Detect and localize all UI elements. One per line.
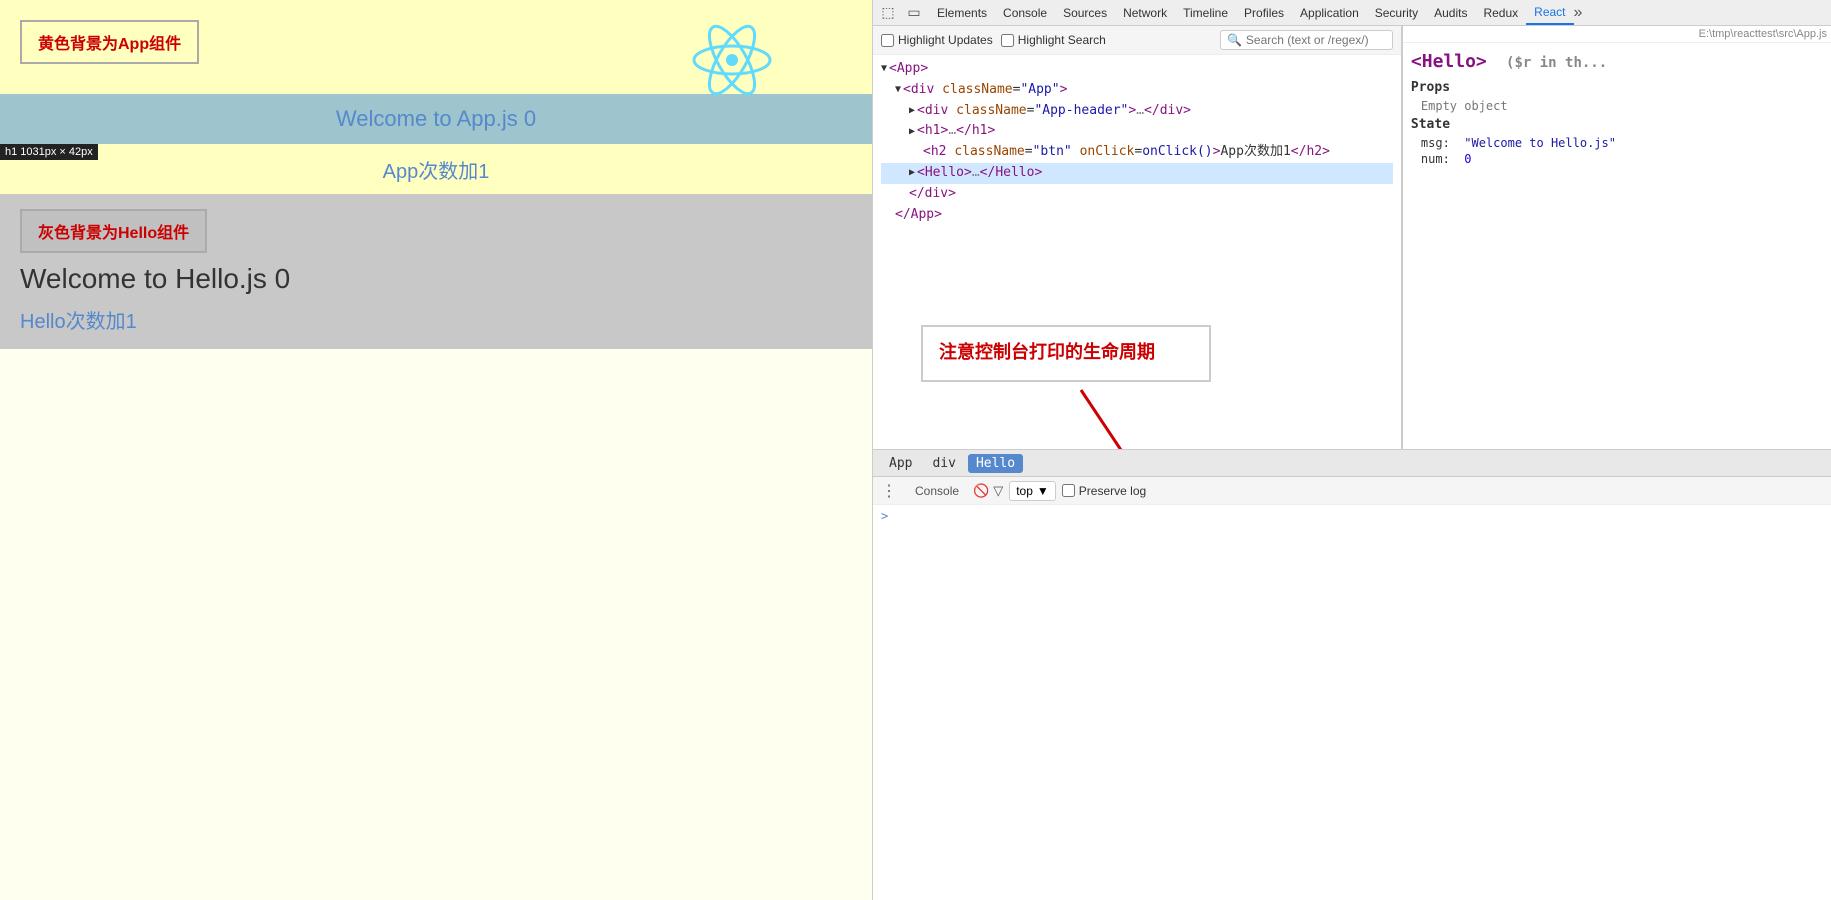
dom-line-div-close: </div> [881,184,1393,205]
react-component-title: <Hello> ($r in th... [1411,51,1823,72]
props-empty-value: Empty object [1421,99,1823,113]
hello-label-text: 灰色背景为Hello组件 [38,225,189,242]
filter-icon[interactable]: ▽ [993,483,1003,499]
tab-security[interactable]: Security [1367,2,1426,24]
devtools-icon-buttons: ⬚ ▭ [877,2,925,24]
triangle-div-app[interactable]: ▼ [895,82,901,98]
triangle-app-header[interactable]: ▶ [909,103,915,119]
app-yellow-section: 黄色背景为App组件 [0,0,872,94]
app-btn-bar: h1 1031px × 42px App次数加1 [0,144,872,194]
devtools-tabs-bar: ⬚ ▭ Elements Console Sources Network Tim… [873,0,1831,26]
hello-section: 灰色背景为Hello组件 Welcome to Hello.js 0 Hello… [0,194,872,349]
console-area: ⋮ Console 🚫 ▽ top ▼ Preserve log > [873,477,1831,900]
inspect-icon[interactable]: ⬚ [877,2,899,24]
tab-network[interactable]: Network [1115,2,1175,24]
annotation-text: 注意控制台打印的生命周期 [939,342,1155,363]
state-section-title: State [1411,117,1823,132]
breadcrumb-hello[interactable]: Hello [968,454,1023,473]
console-filter-icons: 🚫 ▽ [973,483,1003,499]
dom-line-app-open: ▼ <App> [881,59,1393,80]
console-toolbar: ⋮ Console 🚫 ▽ top ▼ Preserve log [873,477,1831,505]
tab-application[interactable]: Application [1292,2,1367,24]
breadcrumb-div[interactable]: div [924,454,963,473]
app-preview: 黄色背景为App组件 Welcome to App.js 0 h1 1031px… [0,0,872,900]
react-props-panel: E:\tmp\reacttest\src\App.js <Hello> ($r … [1402,26,1831,449]
elements-search-input[interactable] [1246,33,1386,47]
triangle-hello[interactable]: ▶ [909,165,915,181]
size-badge: h1 1031px × 42px [0,144,98,160]
top-selector[interactable]: top ▼ [1009,481,1056,501]
tab-react[interactable]: React [1526,1,1573,25]
welcome-hello-text: Welcome to Hello.js 0 [20,263,852,295]
app-label-text: 黄色背景为App组件 [38,36,181,53]
file-path: E:\tmp\reacttest\src\App.js [1403,26,1831,43]
dom-line-h1: ▶ <h1>…</h1> [881,121,1393,142]
tab-timeline[interactable]: Timeline [1175,2,1236,24]
react-logo-icon [692,20,772,100]
highlight-updates-label[interactable]: Highlight Updates [881,33,993,47]
props-section-title: Props [1411,80,1823,95]
preserve-log-checkbox[interactable] [1062,484,1075,497]
dom-tree: ▼ <App> ▼ <div className="App"> ▶ <div c… [873,55,1401,449]
no-entry-icon[interactable]: 🚫 [973,483,989,499]
welcome-app-bar: Welcome to App.js 0 [0,94,872,144]
app-label-box: 黄色背景为App组件 [20,20,199,64]
triangle-app[interactable]: ▼ [881,61,887,77]
tab-redux[interactable]: Redux [1475,2,1526,24]
highlight-updates-checkbox[interactable] [881,34,894,47]
more-tabs-icon[interactable]: » [1574,4,1583,22]
dom-line-h2: <h2 className="btn" onClick=onClick()>Ap… [881,142,1393,163]
console-prompt[interactable]: > [881,509,1823,523]
console-content: > [873,505,1831,900]
annotation-box: 注意控制台打印的生命周期 [921,325,1211,382]
triangle-h1[interactable]: ▶ [909,124,915,140]
tab-elements[interactable]: Elements [929,2,995,24]
app-count-btn[interactable]: App次数加1 [383,155,490,184]
breadcrumb-app[interactable]: App [881,454,920,473]
elements-toolbar: Highlight Updates Highlight Search 🔍 [873,26,1401,55]
console-tab-btn[interactable]: Console [907,482,967,500]
state-num-row: num: 0 [1421,152,1823,166]
elements-panel: Highlight Updates Highlight Search 🔍 ▼ <… [873,26,1402,449]
react-panel-content: <Hello> ($r in th... Props Empty object … [1403,43,1831,449]
state-msg-row: msg: "Welcome to Hello.js" [1421,136,1823,150]
device-icon[interactable]: ▭ [903,2,925,24]
annotation-arrow-icon [1051,380,1171,449]
highlight-search-checkbox[interactable] [1001,34,1014,47]
elements-search-box[interactable]: 🔍 [1220,30,1393,50]
dom-line-app-close: </App> [881,205,1393,226]
search-icon: 🔍 [1227,33,1242,47]
tab-console[interactable]: Console [995,2,1055,24]
breadcrumb-bar: App div Hello [873,449,1831,477]
devtools-panel: ⬚ ▭ Elements Console Sources Network Tim… [872,0,1831,900]
dom-line-hello[interactable]: ▶ <Hello>…</Hello> [881,163,1393,184]
welcome-app-text: Welcome to App.js 0 [336,106,536,132]
dom-line-div-app: ▼ <div className="App"> [881,80,1393,101]
tab-profiles[interactable]: Profiles [1236,2,1292,24]
devtools-main-area: Highlight Updates Highlight Search 🔍 ▼ <… [873,26,1831,449]
hello-label-box: 灰色背景为Hello组件 [20,209,207,253]
tab-audits[interactable]: Audits [1426,2,1475,24]
preserve-log-label[interactable]: Preserve log [1062,484,1146,498]
highlight-search-label[interactable]: Highlight Search [1001,33,1106,47]
hello-count-btn[interactable]: Hello次数加1 [20,311,137,333]
kebab-icon[interactable]: ⋮ [881,481,897,501]
dom-line-app-header: ▶ <div className="App-header">…</div> [881,101,1393,122]
tab-sources[interactable]: Sources [1055,2,1115,24]
